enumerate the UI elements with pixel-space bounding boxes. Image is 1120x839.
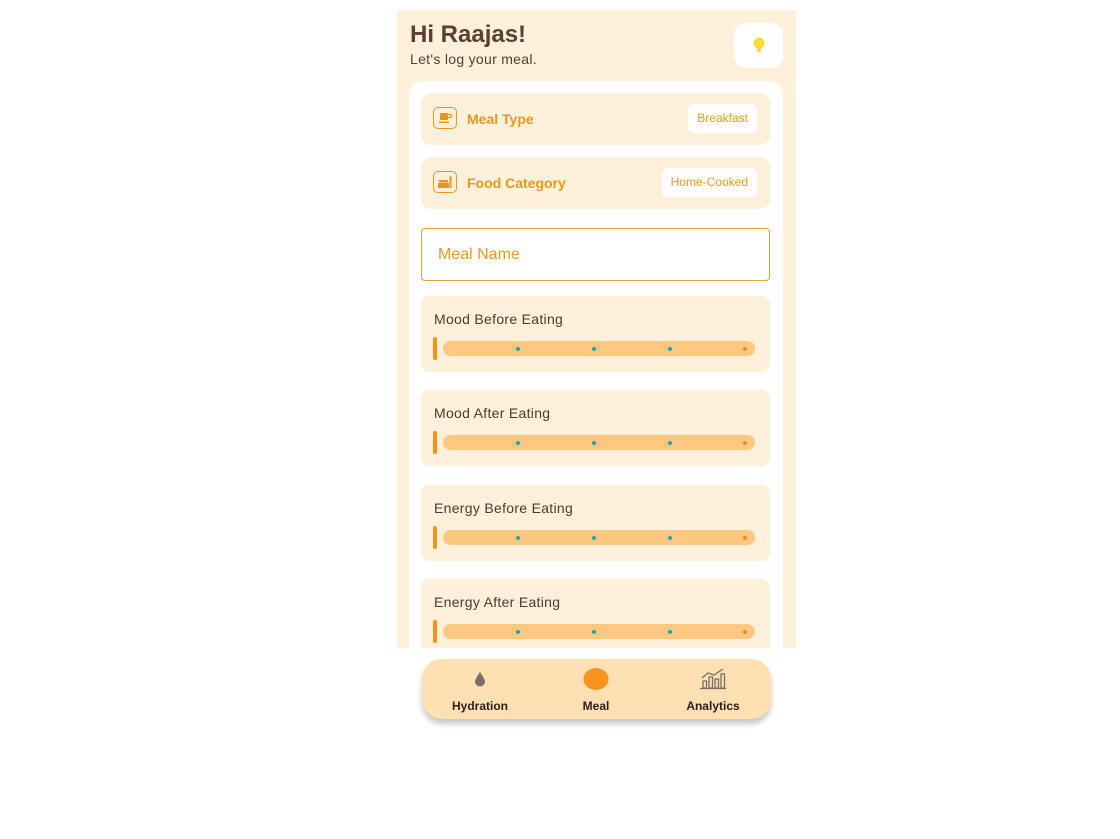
slider-tick bbox=[743, 441, 747, 445]
slider-thumb[interactable] bbox=[433, 337, 437, 360]
food-category-label: Food Category bbox=[467, 175, 566, 191]
slider-tick bbox=[516, 536, 520, 540]
meal-type-row[interactable]: Meal Type Breakfast bbox=[421, 93, 770, 145]
slider-tick bbox=[668, 536, 672, 540]
slider-track[interactable] bbox=[443, 530, 755, 545]
meal-form-card: Meal Type Breakfast Food Category Home-C… bbox=[409, 81, 783, 648]
slider-tick bbox=[668, 630, 672, 634]
meal-dot-icon bbox=[583, 668, 609, 690]
greeting-subtitle: Let's log your meal. bbox=[410, 51, 537, 67]
slider-track[interactable] bbox=[443, 624, 755, 639]
nav-label: Hydration bbox=[451, 699, 508, 713]
nav-item-hydration[interactable]: Hydration bbox=[422, 659, 538, 719]
slider-tick bbox=[592, 441, 596, 445]
meal-type-label: Meal Type bbox=[467, 111, 534, 127]
mood-before-slider-card: Mood Before Eating bbox=[421, 296, 770, 372]
slider-tick bbox=[592, 536, 596, 540]
slider-thumb[interactable] bbox=[433, 526, 437, 549]
slider-thumb[interactable] bbox=[433, 620, 437, 643]
slider-tick bbox=[668, 347, 672, 351]
slider-tick bbox=[516, 441, 520, 445]
tips-button[interactable] bbox=[734, 23, 783, 68]
mood-after-slider-card: Mood After Eating bbox=[421, 390, 770, 466]
cake-icon bbox=[433, 171, 457, 193]
bottom-nav-bar: Hydration Meal Analytics bbox=[422, 659, 771, 719]
meal-name-input[interactable] bbox=[421, 228, 770, 281]
slider-title: Energy After Eating bbox=[434, 594, 561, 610]
slider-tick bbox=[743, 630, 747, 634]
energy-after-slider-card: Energy After Eating bbox=[421, 579, 770, 648]
slider-title: Mood After Eating bbox=[434, 405, 551, 421]
meal-type-select[interactable]: Breakfast bbox=[688, 104, 757, 133]
food-category-row[interactable]: Food Category Home-Cooked bbox=[421, 157, 770, 209]
bar-chart-icon bbox=[700, 668, 726, 690]
cup-icon bbox=[433, 107, 457, 129]
nav-label: Meal bbox=[582, 699, 610, 713]
nav-item-analytics[interactable]: Analytics bbox=[655, 659, 771, 719]
slider-tick bbox=[743, 536, 747, 540]
slider-tick bbox=[516, 630, 520, 634]
slider-track[interactable] bbox=[443, 435, 755, 450]
slider-tick bbox=[592, 347, 596, 351]
nav-label: Analytics bbox=[686, 699, 740, 713]
water-drop-icon bbox=[475, 672, 485, 687]
energy-before-slider-card: Energy Before Eating bbox=[421, 485, 770, 561]
meal-log-screen: Hi Raajas! Let's log your meal. Meal Typ… bbox=[397, 10, 796, 648]
nav-item-meal[interactable]: Meal bbox=[538, 659, 654, 719]
slider-tick bbox=[516, 347, 520, 351]
slider-thumb[interactable] bbox=[433, 431, 437, 454]
lightbulb-icon bbox=[753, 37, 764, 52]
food-category-select[interactable]: Home-Cooked bbox=[661, 168, 757, 197]
slider-tick bbox=[743, 347, 747, 351]
greeting-title: Hi Raajas! bbox=[410, 21, 527, 48]
slider-track[interactable] bbox=[443, 341, 755, 356]
slider-title: Energy Before Eating bbox=[434, 500, 574, 516]
slider-tick bbox=[668, 441, 672, 445]
slider-title: Mood Before Eating bbox=[434, 311, 564, 327]
slider-tick bbox=[592, 630, 596, 634]
